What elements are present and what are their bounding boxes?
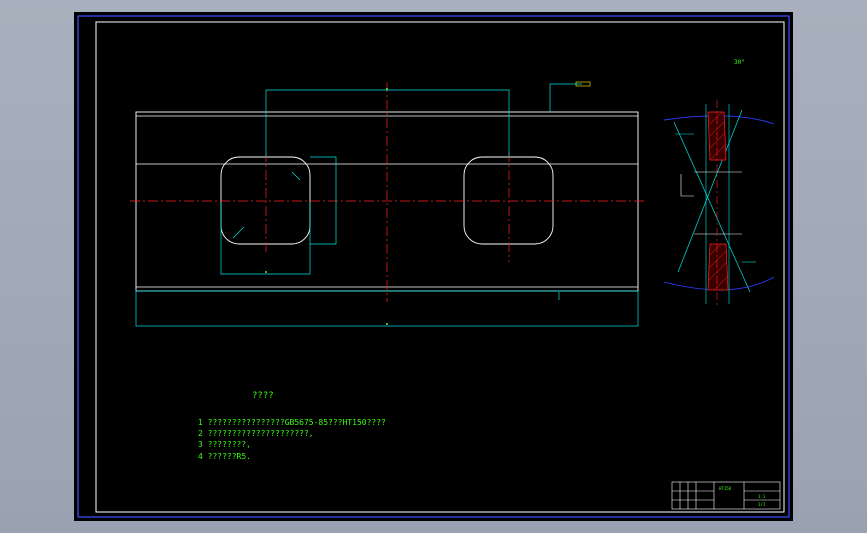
- dimension-text-mark: [386, 88, 388, 90]
- dimensions: [220, 83, 582, 300]
- lower-hatched-section: [707, 243, 729, 291]
- drawing-border: [95, 21, 785, 513]
- note-3: 3 ????????,: [198, 440, 251, 449]
- radius-leader-left: [232, 226, 245, 239]
- centerlines: [130, 82, 644, 302]
- angle-label: 30°: [734, 59, 745, 66]
- dimension-text-mark: [265, 271, 267, 273]
- title-block-material: HT150: [719, 486, 732, 491]
- dimension-text-mark: [386, 323, 388, 325]
- note-2: 2 ?????????????????????,: [198, 429, 314, 438]
- notes-heading: ????: [252, 391, 274, 401]
- slot-width-dimension: [220, 202, 311, 275]
- section-leader: [680, 174, 694, 197]
- drawing-canvas: [77, 15, 790, 518]
- surface-finish-leader: [549, 83, 582, 112]
- title-block-scale: 1:1: [758, 494, 766, 499]
- outer-frame: [77, 15, 790, 518]
- cad-viewport[interactable]: ???? 1 ????????????????GB5675-85???HT150…: [74, 12, 793, 521]
- title-block-sheet: 1/1: [758, 502, 766, 507]
- right-slot: [463, 156, 554, 245]
- slot-spacing-dimension: [265, 89, 510, 157]
- note-1: 1 ????????????????GB5675-85???HT150????: [198, 418, 386, 427]
- lower-band-dimension: [135, 290, 639, 327]
- left-slot: [220, 156, 311, 245]
- side-section-view: [663, 104, 775, 304]
- radius-leader-right: [291, 171, 301, 181]
- slot-height-dimension: [310, 156, 337, 245]
- note-4: 4 ??????R5.: [198, 452, 251, 461]
